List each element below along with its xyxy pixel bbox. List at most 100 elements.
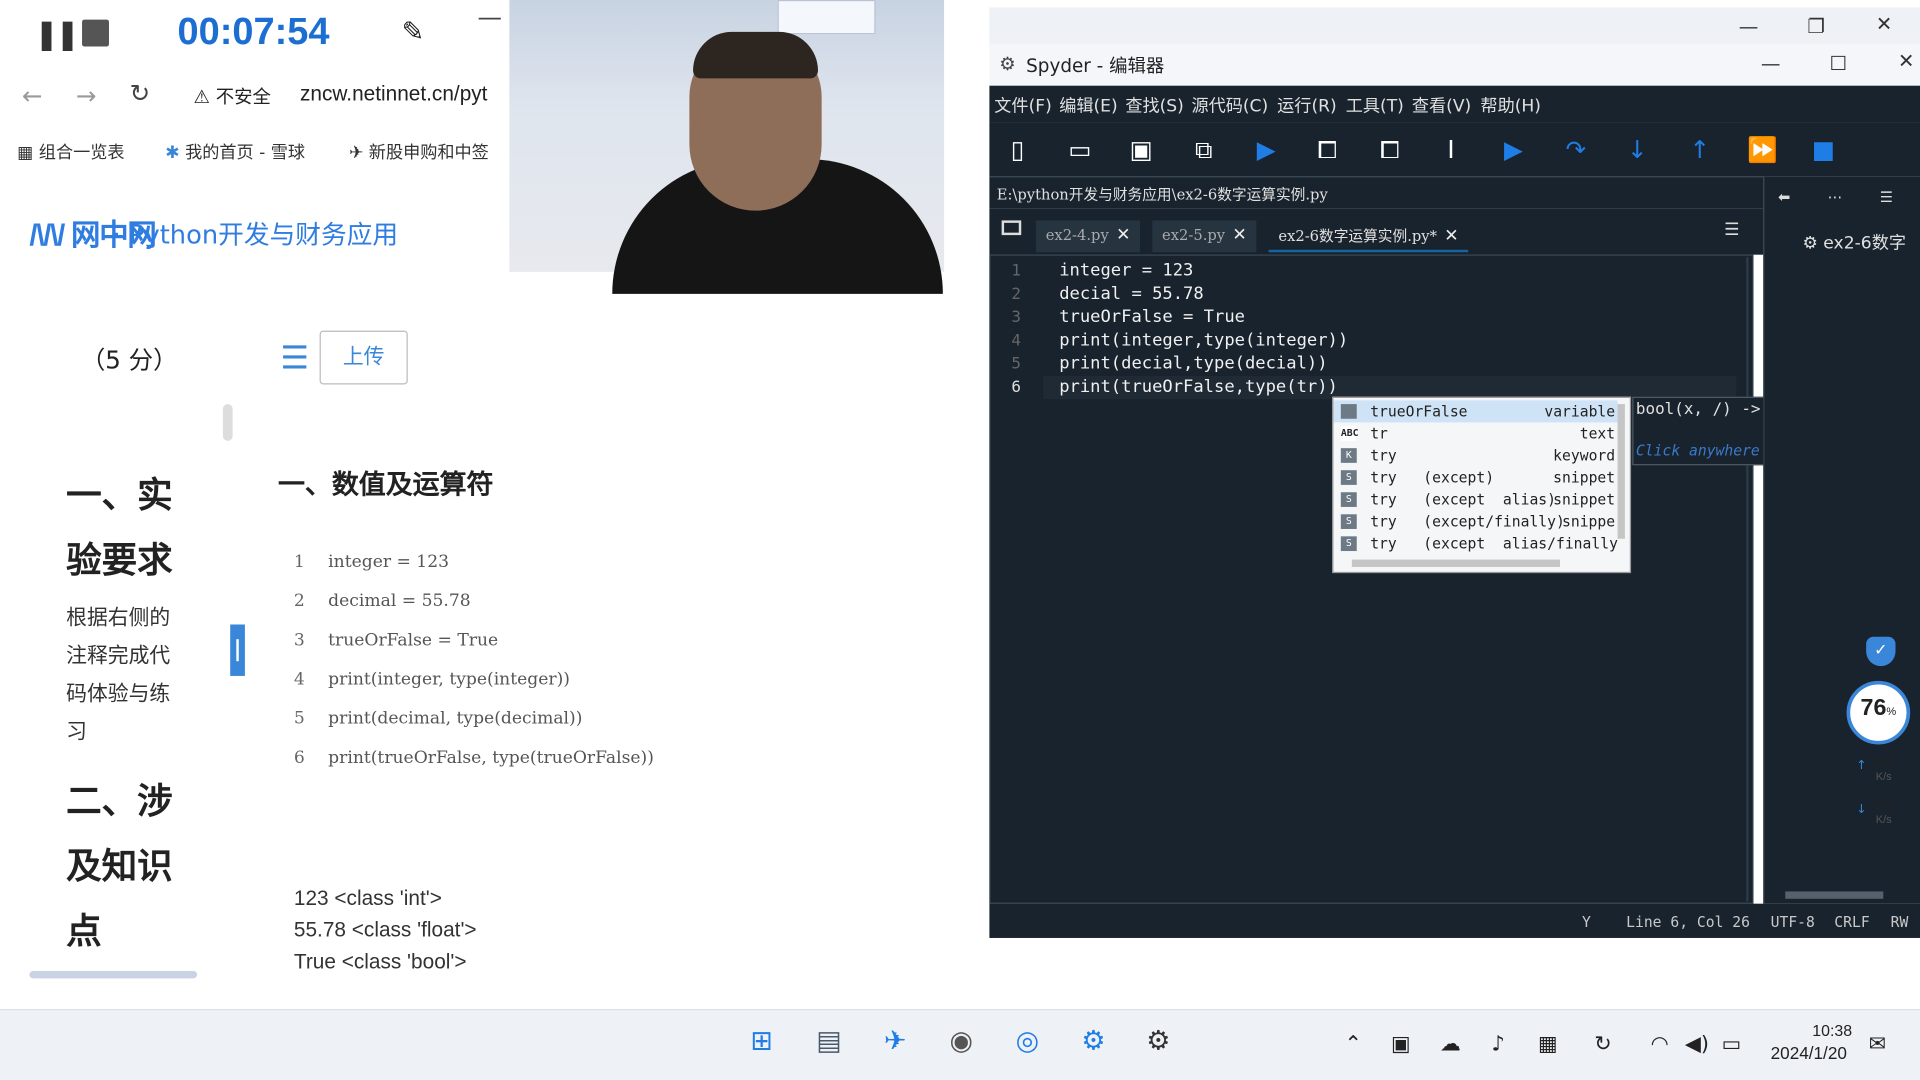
stop-icon[interactable]	[82, 19, 109, 47]
pen-icon[interactable]: ✎	[402, 17, 425, 48]
volume-icon[interactable]: ◀)	[1685, 1032, 1709, 1056]
forward-icon[interactable]: →	[76, 81, 97, 110]
minimize-icon[interactable]: —	[1739, 15, 1759, 38]
code-editor[interactable]	[989, 254, 1754, 904]
step-into-icon[interactable]: ↓	[1622, 135, 1651, 164]
code-line[interactable]: decial = 55.78	[1059, 284, 1204, 304]
chevron-up-icon[interactable]: ⌃	[1345, 1032, 1362, 1056]
close-icon[interactable]: ✕	[1444, 227, 1458, 247]
bookmark-item[interactable]: ✈ 新股申购和中签	[349, 140, 489, 164]
scrollbar[interactable]	[29, 971, 198, 979]
cloud-icon[interactable]: ☁	[1440, 1032, 1461, 1056]
panel-toggle[interactable]	[230, 624, 245, 676]
step-return-icon[interactable]: ↑	[1685, 135, 1714, 164]
shield-icon[interactable]: ✓	[1866, 636, 1896, 667]
browse-tabs-icon[interactable]	[1001, 220, 1022, 236]
section-title: 二、涉及知识点	[66, 780, 173, 952]
completion-scrollbar[interactable]	[1351, 559, 1561, 567]
sync-icon[interactable]: ↻	[1594, 1032, 1611, 1056]
microphone-icon[interactable]: ♪	[1491, 1032, 1504, 1056]
clock-time[interactable]: 10:38	[1812, 1021, 1852, 1039]
run-icon[interactable]: ▶	[1251, 135, 1280, 164]
completion-item[interactable]: Stry (except alias/finally	[1333, 533, 1618, 555]
clock-date[interactable]: 2024/1/20	[1771, 1043, 1847, 1063]
code-line: 5 print(decimal, type(decimal))	[294, 709, 583, 729]
address-bar[interactable]: zncw.netinnet.cn/pyt	[300, 82, 487, 106]
tab-ex2-5[interactable]: ex2-5.py ✕	[1152, 220, 1257, 253]
save-icon[interactable]: ▣	[1127, 135, 1156, 164]
encoding: UTF-8	[1770, 913, 1815, 931]
completion-scrollbar[interactable]	[1617, 404, 1625, 539]
step-icon[interactable]: ↷	[1561, 135, 1590, 164]
feishu-icon[interactable]: ✈	[877, 1024, 914, 1061]
back-icon[interactable]: ←	[22, 81, 43, 110]
reload-icon[interactable]: ↻	[130, 78, 151, 107]
run-cell-icon[interactable]: ⧠	[1313, 135, 1342, 164]
open-file-icon[interactable]: ▭	[1065, 135, 1094, 164]
close-icon[interactable]: ✕	[1116, 225, 1130, 245]
tab-ex2-4[interactable]: ex2-4.py ✕	[1035, 220, 1141, 253]
completion-item[interactable]: trueOrFalse variable	[1333, 400, 1618, 423]
menu-run[interactable]: 运行(R)	[1277, 93, 1337, 117]
menu-bar: 文件(F) 编辑(E) 查找(S) 源代码(C) 运行(R) 工具(T) 查看(…	[989, 85, 1920, 123]
save-all-icon[interactable]: ⧉	[1189, 135, 1218, 164]
menu-source[interactable]: 源代码(C)	[1191, 93, 1268, 117]
close-icon[interactable]: ✕	[1876, 12, 1892, 35]
maximize-icon[interactable]: ☐	[1829, 51, 1847, 74]
continue-icon[interactable]: ⏩	[1747, 135, 1777, 164]
recorder-app-icon[interactable]: ◉	[943, 1024, 980, 1061]
tab-ex2-6[interactable]: ex2-6数字运算实例.py* ✕	[1268, 220, 1469, 253]
pause-icon[interactable]: ❚❚	[34, 17, 80, 51]
wifi-icon[interactable]: ◠	[1651, 1032, 1669, 1056]
code-line[interactable]: print(integer,type(integer))	[1059, 331, 1348, 351]
completion-kind: snippe	[1562, 513, 1616, 531]
minimize-icon[interactable]: —	[1761, 51, 1781, 74]
run-cell-advance-icon[interactable]: ⧠	[1375, 135, 1404, 164]
code-line[interactable]: print(decial,type(decial))	[1059, 354, 1327, 374]
close-icon[interactable]: ✕	[1898, 49, 1914, 72]
pane-scrollbar[interactable]	[1785, 891, 1884, 899]
menu-view[interactable]: 查看(V)	[1412, 93, 1471, 117]
debug-icon[interactable]: ▶	[1499, 135, 1528, 164]
bookmark-item[interactable]: ▦ 组合一览表	[17, 140, 124, 164]
menu-help[interactable]: 帮助(H)	[1480, 93, 1541, 117]
security-warning[interactable]: ⚠ 不安全	[193, 83, 270, 109]
spyder-taskbar-icon[interactable]: ⚙	[1140, 1024, 1177, 1061]
code-line[interactable]: integer = 123	[1059, 261, 1193, 281]
upload-button[interactable]: 上传	[319, 330, 408, 385]
stop-debug-icon[interactable]: ■	[1809, 135, 1838, 164]
close-icon[interactable]: ✕	[1232, 225, 1246, 245]
completion-item[interactable]: ABC tr text	[1333, 422, 1617, 444]
completion-item[interactable]: Stry (except alias) snippet	[1333, 489, 1617, 511]
outline-icon[interactable]: ☰	[280, 343, 314, 377]
options-menu-icon[interactable]: ☰	[1724, 220, 1739, 240]
windows-start-icon[interactable]: ⊞	[743, 1024, 780, 1061]
outline-file-item[interactable]: ⚙ ex2-6数字	[1802, 230, 1906, 254]
code-line[interactable]: print(trueOrFalse,type(tr))	[1059, 377, 1338, 397]
completion-item[interactable]: Stry (except/finally) snippe	[1333, 511, 1617, 533]
resize-handle[interactable]	[222, 404, 233, 441]
menu-tools[interactable]: 工具(T)	[1346, 93, 1404, 117]
bookmark-icon: ▦	[17, 143, 34, 163]
line-number: 3	[293, 630, 305, 651]
completion-item[interactable]: Stry (except) snippet	[1333, 467, 1617, 489]
bookmark-item[interactable]: ✱ 我的首页 - 雪球	[165, 140, 305, 164]
settings-icon[interactable]: ⚙	[1075, 1024, 1112, 1061]
memory-gauge[interactable]: 76%	[1846, 680, 1911, 745]
menu-edit[interactable]: 编辑(E)	[1059, 93, 1118, 117]
restore-icon[interactable]: ❐	[1807, 15, 1825, 38]
notification-icon[interactable]: ✉	[1869, 1032, 1886, 1056]
minimize-icon[interactable]: —	[478, 2, 502, 31]
ime-icon[interactable]: ▦	[1538, 1032, 1558, 1056]
file-explorer-icon[interactable]: ▤	[811, 1024, 848, 1061]
completion-item[interactable]: Ktry keyword	[1333, 444, 1617, 466]
tray-app-icon[interactable]: ▣	[1391, 1032, 1411, 1056]
menu-file[interactable]: 文件(F)	[994, 93, 1052, 117]
run-selection-icon[interactable]: I	[1436, 135, 1465, 164]
browser-icon[interactable]: ◎	[1009, 1024, 1046, 1061]
battery-icon[interactable]: ▭	[1722, 1032, 1742, 1056]
new-file-icon[interactable]: ▯	[1003, 135, 1032, 164]
pane-toolbar[interactable]: ⬅ ⋯ ☰	[1778, 189, 1893, 206]
code-line[interactable]: trueOrFalse = True	[1059, 307, 1245, 327]
menu-search[interactable]: 查找(S)	[1125, 93, 1184, 117]
